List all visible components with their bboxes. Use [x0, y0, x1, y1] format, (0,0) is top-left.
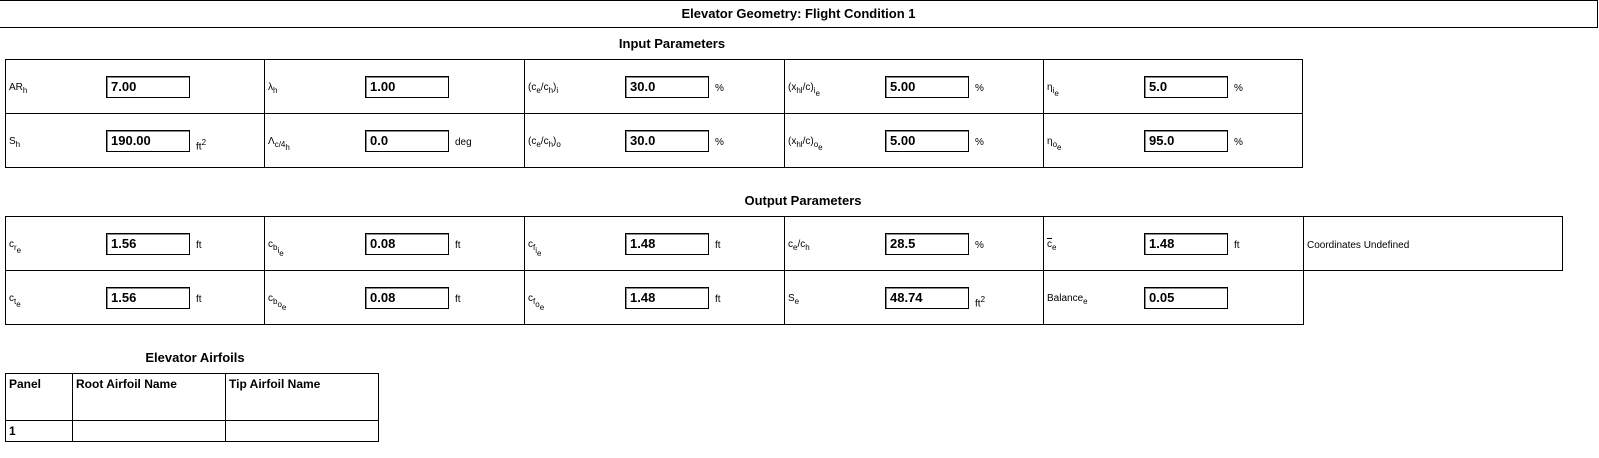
eta-inboard-cell: ηie 5.0 % [1043, 59, 1303, 114]
hinge-location-inboard-cell: (xhl/c)ie 5.00 % [784, 59, 1044, 114]
root-chord-label: cre [9, 239, 22, 256]
sweep-label: Λc/4h [268, 136, 290, 153]
chord-ratio-outboard-unit: % [715, 137, 724, 148]
balance-value: 0.05 [1144, 287, 1228, 309]
eta-outboard-input[interactable]: 95.0 [1144, 130, 1228, 152]
elevator-area-unit: ft2 [975, 295, 986, 310]
balance-label: Balancee [1047, 293, 1088, 307]
flap-chord-outboard-unit: ft [715, 294, 721, 305]
tip-airfoil-cell[interactable] [225, 420, 379, 442]
eta-outboard-unit: % [1234, 137, 1243, 148]
root-chord-unit: ft [196, 240, 202, 251]
tip-chord-cell: cte 1.56 ft [5, 270, 265, 325]
hinge-location-outboard-input[interactable]: 5.00 [885, 130, 969, 152]
flap-chord-outboard-value: 1.48 [625, 287, 709, 309]
table-row: 1 [5, 420, 379, 442]
balance-cell: Balancee 0.05 [1043, 270, 1304, 325]
s-h-label: Sh [9, 136, 21, 150]
balance-chord-outboard-cell: cboe 0.08 ft [264, 270, 525, 325]
taper-ratio-cell: λh 1.00 [264, 59, 525, 114]
mean-chord-label: ce [1047, 239, 1057, 253]
panel-column-header: Panel [5, 373, 73, 421]
mean-chord-value: 1.48 [1144, 233, 1228, 255]
tip-airfoil-column-header: Tip Airfoil Name [225, 373, 379, 421]
flap-chord-inboard-cell: cfie 1.48 ft [524, 216, 785, 271]
eta-outboard-cell: ηoe 95.0 % [1043, 113, 1303, 168]
panel-cell: 1 [5, 420, 73, 442]
chord-ratio-inboard-input[interactable]: 30.0 [625, 76, 709, 98]
balance-chord-inboard-label: cbie [268, 239, 284, 259]
balance-chord-inboard-cell: cbie 0.08 ft [264, 216, 525, 271]
ar-h-label: ARh [9, 82, 28, 96]
taper-ratio-label: λh [268, 82, 278, 96]
flap-chord-inboard-label: cfie [528, 239, 542, 259]
root-airfoil-column-header: Root Airfoil Name [72, 373, 226, 421]
chord-ratio-unit: % [975, 240, 984, 251]
elevator-airfoils-title: Elevator Airfoils [145, 350, 245, 365]
flap-chord-inboard-value: 1.48 [625, 233, 709, 255]
tip-chord-unit: ft [196, 294, 202, 305]
hinge-location-outboard-unit: % [975, 137, 984, 148]
airfoils-table: Panel Root Airfoil Name Tip Airfoil Name… [5, 373, 379, 442]
s-h-input[interactable]: 190.00 [106, 130, 190, 152]
chord-ratio-inboard-unit: % [715, 83, 724, 94]
coordinates-cell: Coordinates Undefined [1303, 216, 1563, 271]
balance-chord-outboard-label: cboe [268, 293, 287, 313]
root-chord-cell: cre 1.56 ft [5, 216, 265, 271]
ar-h-cell: ARh 7.00 [5, 59, 265, 114]
table-header-row: Panel Root Airfoil Name Tip Airfoil Name [5, 373, 379, 421]
balance-chord-inboard-value: 0.08 [365, 233, 449, 255]
taper-ratio-input[interactable]: 1.00 [365, 76, 449, 98]
root-chord-value: 1.56 [106, 233, 190, 255]
elevator-area-cell: Se 48.74 ft2 [784, 270, 1044, 325]
input-parameters-title: Input Parameters [618, 36, 726, 51]
coordinates-undefined-text: Coordinates Undefined [1307, 240, 1410, 251]
tip-chord-value: 1.56 [106, 287, 190, 309]
hinge-location-outboard-label: (xhl/c)oe [788, 136, 823, 153]
eta-outboard-label: ηoe [1047, 136, 1062, 153]
window-title: Elevator Geometry: Flight Condition 1 [0, 0, 1598, 28]
mean-chord-unit: ft [1234, 240, 1240, 251]
root-airfoil-cell[interactable] [72, 420, 226, 442]
chord-ratio-label: ce/ch [788, 239, 810, 253]
flap-chord-outboard-label: cfoe [528, 293, 545, 313]
mean-chord-cell: ce 1.48 ft [1043, 216, 1304, 271]
elevator-area-label: Se [788, 293, 800, 307]
hinge-location-inboard-label: (xhl/c)ie [788, 82, 820, 99]
balance-chord-outboard-unit: ft [455, 294, 461, 305]
flap-chord-inboard-unit: ft [715, 240, 721, 251]
chord-ratio-cell: ce/ch 28.5 % [784, 216, 1044, 271]
hinge-location-outboard-cell: (xhl/c)oe 5.00 % [784, 113, 1044, 168]
chord-ratio-inboard-label: (ce/ch)i [528, 82, 559, 96]
sweep-unit: deg [455, 137, 472, 148]
eta-inboard-label: ηie [1047, 82, 1059, 99]
hinge-location-inboard-unit: % [975, 83, 984, 94]
balance-chord-outboard-value: 0.08 [365, 287, 449, 309]
s-h-unit: ft2 [196, 138, 207, 153]
chord-ratio-inboard-cell: (ce/ch)i 30.0 % [524, 59, 785, 114]
flap-chord-outboard-cell: cfoe 1.48 ft [524, 270, 785, 325]
sweep-cell: Λc/4h 0.0 deg [264, 113, 525, 168]
s-h-cell: Sh 190.00 ft2 [5, 113, 265, 168]
chord-ratio-outboard-cell: (ce/ch)o 30.0 % [524, 113, 785, 168]
hinge-location-inboard-input[interactable]: 5.00 [885, 76, 969, 98]
ar-h-input[interactable]: 7.00 [106, 76, 190, 98]
chord-ratio-outboard-label: (ce/ch)o [528, 136, 561, 150]
balance-chord-inboard-unit: ft [455, 240, 461, 251]
elevator-area-value: 48.74 [885, 287, 969, 309]
chord-ratio-outboard-input[interactable]: 30.0 [625, 130, 709, 152]
output-parameters-title: Output Parameters [744, 193, 862, 208]
eta-inboard-input[interactable]: 5.0 [1144, 76, 1228, 98]
eta-inboard-unit: % [1234, 83, 1243, 94]
chord-ratio-value: 28.5 [885, 233, 969, 255]
tip-chord-label: cte [9, 293, 21, 310]
sweep-input[interactable]: 0.0 [365, 130, 449, 152]
